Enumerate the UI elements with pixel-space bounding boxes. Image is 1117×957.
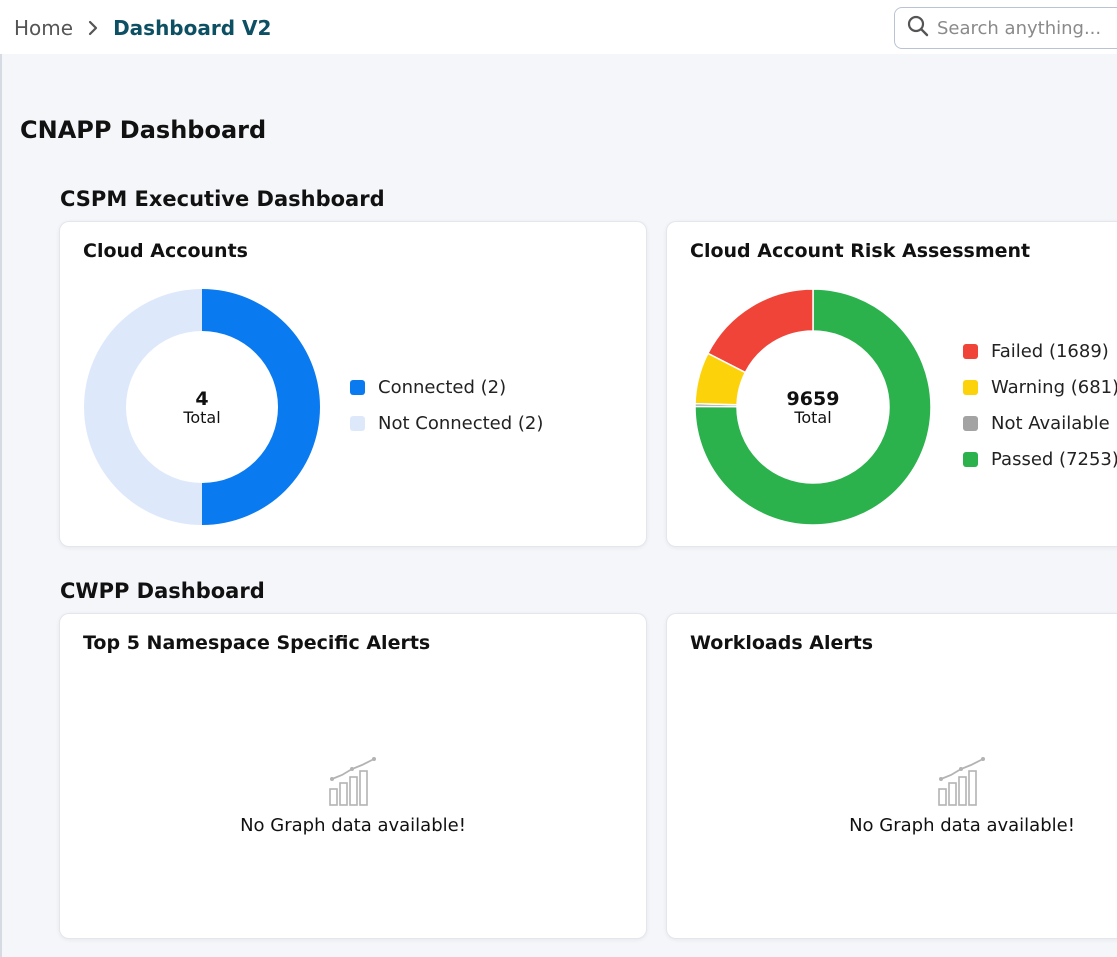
page-title: CNAPP Dashboard [20, 116, 267, 144]
legend-swatch [963, 379, 978, 395]
namespace-alerts-card: Top 5 Namespace Specific Alerts No Graph… [59, 613, 647, 939]
legend-label: Passed (7253) [991, 448, 1117, 470]
legend-swatch [963, 451, 978, 467]
risk-assessment-title: Cloud Account Risk Assessment [690, 240, 1031, 262]
legend-item-not-available[interactable]: Not Available ( [963, 405, 1117, 441]
legend-label: Failed (1689) [991, 340, 1109, 362]
breadcrumb-home-link[interactable]: Home [14, 16, 73, 40]
legend-swatch [963, 415, 978, 431]
legend-item-not-connected[interactable]: Not Connected (2) [350, 405, 543, 441]
cloud-accounts-legend: Connected (2) Not Connected (2) [350, 369, 543, 441]
legend-swatch [350, 415, 365, 431]
breadcrumb: Home Dashboard V2 [14, 16, 271, 40]
risk-assessment-total-value: 9659 [786, 388, 840, 410]
legend-label: Connected (2) [378, 376, 507, 398]
cloud-accounts-title: Cloud Accounts [83, 240, 248, 262]
workload-alerts-title: Workloads Alerts [690, 632, 874, 654]
cloud-accounts-total-label: Total [183, 408, 221, 427]
top-bar: Home Dashboard V2 [0, 0, 1117, 54]
no-data-message: No Graph data available! [849, 815, 1075, 836]
legend-label: Not Available ( [991, 412, 1117, 434]
search-icon [907, 15, 929, 41]
breadcrumb-current: Dashboard V2 [113, 16, 272, 40]
legend-swatch [963, 343, 978, 359]
risk-assessment-total: 9659 Total [753, 389, 873, 427]
no-data-message: No Graph data available! [240, 815, 466, 836]
workload-alerts-card: Workloads Alerts No Graph data available… [666, 613, 1117, 939]
cloud-accounts-total: 4 Total [142, 389, 262, 427]
search-box[interactable] [894, 7, 1117, 49]
sidebar-edge [0, 54, 2, 957]
risk-assessment-legend: Failed (1689) Warning (681) Not Availabl… [963, 333, 1117, 477]
legend-item-passed[interactable]: Passed (7253) [963, 441, 1117, 477]
chevron-right-icon [87, 20, 99, 36]
bar-chart-icon [937, 757, 987, 811]
legend-label: Warning (681) [991, 376, 1117, 398]
legend-item-warning[interactable]: Warning (681) [963, 369, 1117, 405]
risk-assessment-card: Cloud Account Risk Assessment 9659 Total… [666, 221, 1117, 547]
workload-alerts-empty-state: No Graph data available! [667, 757, 1117, 836]
risk-assessment-total-label: Total [794, 408, 832, 427]
namespace-alerts-title: Top 5 Namespace Specific Alerts [83, 632, 431, 654]
legend-item-failed[interactable]: Failed (1689) [963, 333, 1117, 369]
bar-chart-icon [328, 757, 378, 811]
cloud-accounts-card: Cloud Accounts 4 Total Connected (2) Not… [59, 221, 647, 547]
cloud-accounts-total-value: 4 [195, 388, 209, 410]
cwpp-section-title: CWPP Dashboard [60, 579, 265, 603]
risk-assessment-slice-3[interactable] [706, 288, 814, 374]
search-input[interactable] [937, 17, 1117, 39]
legend-label: Not Connected (2) [378, 412, 544, 434]
cspm-section-title: CSPM Executive Dashboard [60, 187, 385, 211]
legend-swatch [350, 379, 365, 395]
legend-item-connected[interactable]: Connected (2) [350, 369, 543, 405]
namespace-alerts-empty-state: No Graph data available! [60, 757, 646, 836]
